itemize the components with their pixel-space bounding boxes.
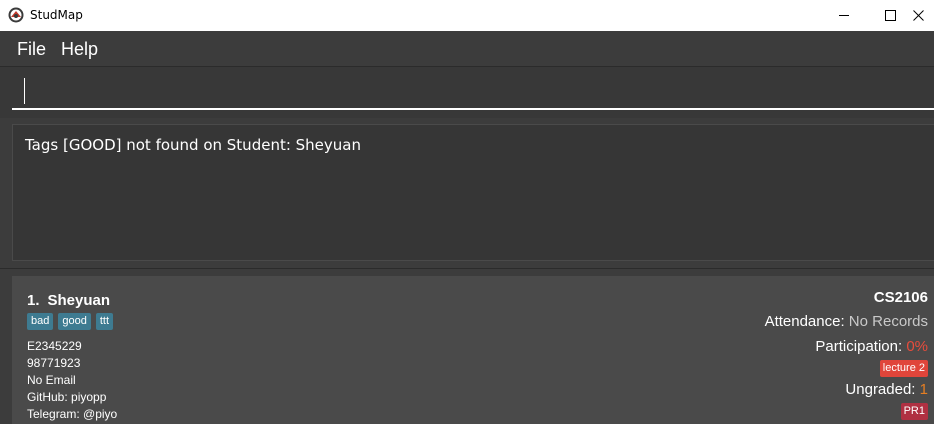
ungraded-count: 1	[919, 381, 928, 398]
result-display-area: Tags [GOOD] not found on Student: Sheyua…	[0, 118, 934, 269]
command-input[interactable]	[12, 74, 934, 110]
attendance-label: Attendance:	[764, 313, 845, 330]
minimize-button[interactable]	[821, 0, 867, 31]
text-caret	[24, 78, 25, 104]
attendance-status: Attendance: No Records	[765, 313, 928, 330]
maximize-icon	[884, 10, 896, 21]
student-index: 1.	[27, 292, 40, 309]
participation-status: Participation: 0%	[815, 338, 928, 355]
attendance-value: No Records	[848, 313, 928, 330]
student-email: No Email	[27, 373, 76, 387]
menu-file[interactable]: File	[17, 39, 46, 60]
studmap-logo-icon	[8, 7, 24, 23]
student-telegram: Telegram: @piyo	[27, 407, 118, 421]
menu-bar: File Help	[0, 31, 934, 67]
student-name-text: Sheyuan	[47, 292, 111, 309]
menu-help[interactable]: Help	[61, 39, 98, 60]
ungraded-label: Ungraded:	[845, 381, 916, 398]
module-code: CS2106	[873, 289, 928, 306]
ungraded-status: Ungraded: 1	[845, 381, 928, 398]
command-box	[0, 67, 934, 119]
student-id: E2345229	[27, 339, 82, 353]
student-card[interactable]: 1. Sheyuan bad good ttt E2345229 98771923…	[12, 276, 934, 424]
close-button[interactable]	[913, 0, 934, 31]
window-title: StudMap	[30, 8, 83, 22]
student-tags: bad good ttt	[27, 313, 114, 330]
ungraded-assignment-badge: PR1	[900, 403, 928, 420]
participation-label: Participation:	[815, 338, 903, 355]
participation-lecture-badge: lecture 2	[879, 360, 928, 377]
student-github: GitHub: piyopp	[27, 390, 107, 404]
title-bar: StudMap	[0, 0, 934, 32]
tag-badge: bad	[27, 313, 54, 330]
minimize-icon	[838, 15, 849, 16]
student-list[interactable]: 1. Sheyuan bad good ttt E2345229 98771923…	[0, 269, 934, 424]
maximize-button[interactable]	[867, 0, 913, 31]
student-phone: 98771923	[27, 356, 81, 370]
result-display[interactable]: Tags [GOOD] not found on Student: Sheyua…	[12, 124, 934, 261]
tag-badge: ttt	[95, 313, 114, 330]
student-name: 1. Sheyuan	[27, 292, 110, 309]
result-message: Tags [GOOD] not found on Student: Sheyua…	[25, 136, 361, 154]
tag-badge: good	[58, 313, 91, 330]
participation-value: 0%	[906, 338, 928, 355]
close-icon	[913, 10, 924, 21]
